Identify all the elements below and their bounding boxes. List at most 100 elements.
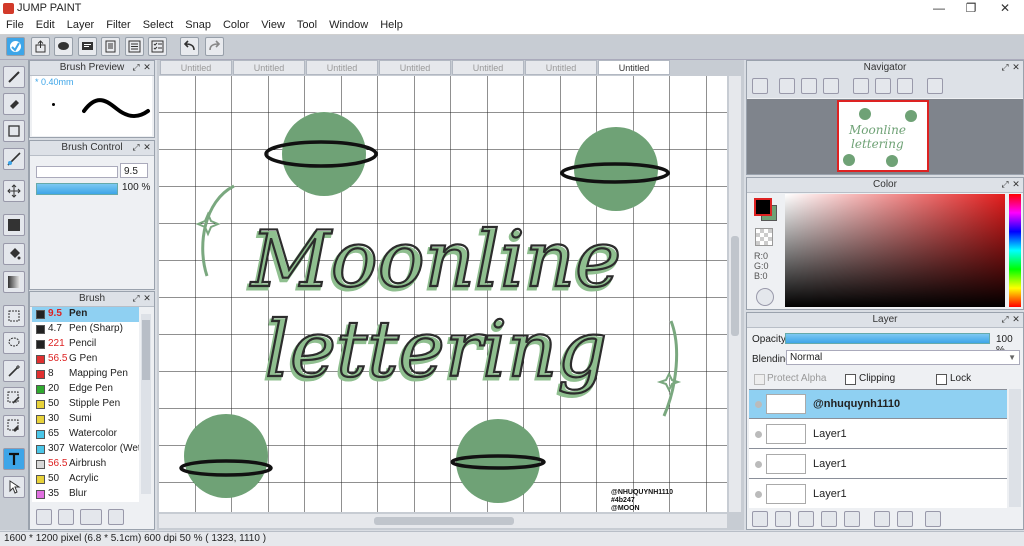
magic-wand-tool-icon[interactable] <box>3 360 25 382</box>
brush-item[interactable]: 56.5 Airbrush <box>32 457 139 473</box>
text-tool-icon[interactable] <box>3 448 25 470</box>
new-brush-icon[interactable] <box>58 509 74 525</box>
share-icon[interactable] <box>31 37 50 56</box>
layer-row[interactable]: @nhuquynh1110 <box>749 390 1007 419</box>
brush-size-slider[interactable] <box>36 166 118 178</box>
fit-icon[interactable] <box>801 78 817 94</box>
list-icon[interactable] <box>125 37 144 56</box>
lasso-tool-icon[interactable] <box>3 332 25 354</box>
operation-tool-icon[interactable] <box>3 476 25 498</box>
menu-edit[interactable]: Edit <box>30 17 61 34</box>
delete-layer-icon[interactable] <box>925 511 941 527</box>
layer-row[interactable]: Layer1 <box>749 450 1007 479</box>
menu-filter[interactable]: Filter <box>100 17 136 34</box>
document-tab[interactable]: Untitled <box>306 60 378 75</box>
gradient-tool-icon[interactable] <box>3 271 25 293</box>
zoom-in-icon[interactable] <box>779 78 795 94</box>
panel-close-icon[interactable]: ✕ <box>142 62 152 72</box>
panel-expand-icon[interactable]: ⤢ <box>1000 314 1010 324</box>
undo-button[interactable] <box>180 37 199 56</box>
panel-expand-icon[interactable]: ⤢ <box>1000 179 1010 189</box>
visibility-icon[interactable] <box>755 491 762 498</box>
menu-file[interactable]: File <box>0 17 30 34</box>
menu-select[interactable]: Select <box>137 17 180 34</box>
menu-layer[interactable]: Layer <box>61 17 101 34</box>
hue-slider[interactable] <box>1009 194 1021 307</box>
eraser-tool-icon[interactable] <box>3 93 25 115</box>
brush-item[interactable]: 307 Watercolor (Wet) <box>32 442 139 458</box>
brush-item[interactable]: 65 Watercolor <box>32 427 139 443</box>
visibility-icon[interactable] <box>755 431 762 438</box>
panel-expand-icon[interactable]: ⤢ <box>131 293 141 303</box>
layer-row[interactable]: Layer1 <box>749 480 1007 508</box>
flip-icon[interactable] <box>927 78 943 94</box>
panel-expand-icon[interactable]: ⤢ <box>131 142 141 152</box>
visibility-icon[interactable] <box>755 461 762 468</box>
checklist-icon[interactable] <box>148 37 167 56</box>
fill-rect-tool-icon[interactable] <box>3 214 25 236</box>
palette-icon[interactable] <box>756 288 774 306</box>
brush-item[interactable]: 8 Mapping Pen <box>32 367 139 383</box>
check-icon[interactable] <box>6 37 25 56</box>
color-saturation-field[interactable] <box>785 194 1005 307</box>
canvas[interactable]: Moonline Moonline lettering lettering @N… <box>159 76 727 512</box>
foreground-color-swatch[interactable] <box>754 198 772 216</box>
document-tab[interactable]: Untitled <box>525 60 597 75</box>
panel-expand-icon[interactable]: ⤢ <box>1000 62 1010 72</box>
brush-size-input[interactable]: 9.5 <box>120 163 148 178</box>
protect-alpha-checkbox[interactable] <box>754 374 765 385</box>
lock-checkbox[interactable] <box>936 374 947 385</box>
zoom-out-icon[interactable] <box>823 78 839 94</box>
brush-item[interactable]: 20 Edge Pen <box>32 382 139 398</box>
layer-row[interactable]: Layer1 <box>749 420 1007 449</box>
line-tool-icon[interactable] <box>3 148 25 170</box>
brush-item[interactable]: 221 Pencil <box>32 337 139 353</box>
add-brush-icon[interactable] <box>36 509 52 525</box>
document-tab[interactable]: Untitled <box>598 60 670 75</box>
clipping-checkbox[interactable] <box>845 374 856 385</box>
move-tool-icon[interactable] <box>3 180 25 202</box>
rectangle-tool-icon[interactable] <box>3 120 25 142</box>
brush-item[interactable]: 56.5 G Pen <box>32 352 139 368</box>
menu-tool[interactable]: Tool <box>291 17 323 34</box>
layer-opacity-slider[interactable] <box>785 333 990 344</box>
menu-help[interactable]: Help <box>374 17 409 34</box>
panel-close-icon[interactable]: ✕ <box>142 142 152 152</box>
document-tab[interactable]: Untitled <box>452 60 524 75</box>
new-vector-layer-icon[interactable] <box>775 511 791 527</box>
panel-close-icon[interactable]: ✕ <box>1011 314 1021 324</box>
close-window-button[interactable]: ✕ <box>990 0 1020 17</box>
select-pen-tool-icon[interactable] <box>3 387 25 409</box>
brush-list-scrollbar[interactable] <box>141 314 151 494</box>
navigator-view[interactable]: Moonline lettering <box>747 99 1023 174</box>
select-eraser-tool-icon[interactable] <box>3 415 25 437</box>
new-text-layer-icon[interactable] <box>798 511 814 527</box>
layer-list-scrollbar[interactable] <box>1009 389 1021 507</box>
rect-select-tool-icon[interactable] <box>3 305 25 327</box>
rotate-right-icon[interactable] <box>897 78 913 94</box>
brush-item[interactable]: 50 Stipple Pen <box>32 397 139 413</box>
document-icon[interactable] <box>101 37 120 56</box>
document-tab[interactable]: Untitled <box>233 60 305 75</box>
brush-item[interactable]: 35 Blur <box>32 487 139 502</box>
panel-expand-icon[interactable]: ⤢ <box>131 62 141 72</box>
document-tab[interactable]: Untitled <box>160 60 232 75</box>
new-layer-icon[interactable] <box>752 511 768 527</box>
brush-tool-icon[interactable] <box>3 66 25 88</box>
canvas-horizontal-scrollbar[interactable] <box>159 514 727 528</box>
menu-snap[interactable]: Snap <box>179 17 217 34</box>
blending-select[interactable]: Normal ▼ <box>786 350 1020 365</box>
brush-item[interactable]: 30 Sumi <box>32 412 139 428</box>
redo-button[interactable] <box>205 37 224 56</box>
menu-color[interactable]: Color <box>217 17 255 34</box>
comment-icon[interactable] <box>54 37 73 56</box>
brush-menu-icon[interactable] <box>80 509 102 525</box>
zoom-icon[interactable] <box>752 78 768 94</box>
panel-close-icon[interactable]: ✕ <box>1011 179 1021 189</box>
menu-window[interactable]: Window <box>323 17 374 34</box>
bucket-tool-icon[interactable] <box>3 243 25 265</box>
transparent-color-swatch[interactable] <box>755 228 773 246</box>
message-icon[interactable] <box>78 37 97 56</box>
rotate-left-icon[interactable] <box>853 78 869 94</box>
duplicate-layer-icon[interactable] <box>874 511 890 527</box>
